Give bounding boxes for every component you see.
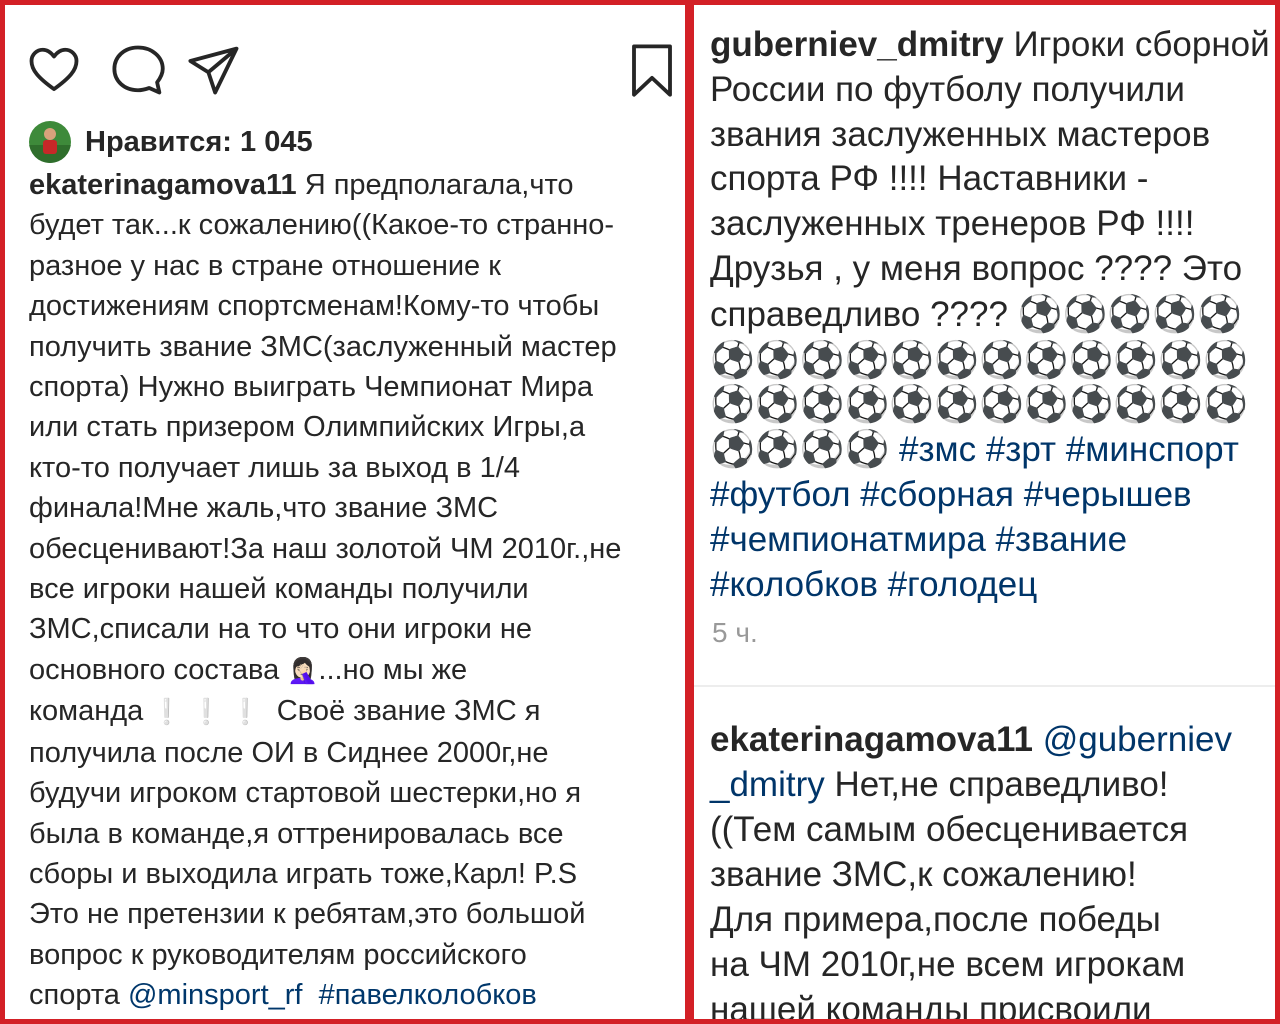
hashtag-link[interactable]: #футбол #сборная #черышев bbox=[710, 473, 1275, 518]
divider bbox=[694, 685, 1275, 687]
caption-text: Игроки сборной bbox=[1013, 25, 1270, 64]
caption-line: команда ❕❕❕ Своё звание ЗМС я bbox=[29, 691, 679, 732]
soccer-ball-emoji: ⚽⚽⚽⚽⚽⚽⚽⚽⚽⚽⚽⚽ bbox=[710, 338, 1248, 380]
caption-line: будучи игроком стартовой шестерки,но я bbox=[29, 777, 582, 810]
caption-line: основного состава 🤦🏻‍♀...но мы же bbox=[29, 650, 679, 691]
caption-text: справедливо ???? bbox=[710, 294, 1008, 334]
caption-line: получила после ОИ в Сиднее 2000г,не bbox=[29, 736, 549, 769]
caption-line: Друзья , у меня вопрос ???? Это bbox=[710, 248, 1243, 288]
soccer-ball-emoji: ⚽⚽⚽⚽ bbox=[710, 428, 890, 470]
caption-text: основного состава bbox=[29, 653, 280, 686]
reply-line: _dmitry Нет,не справедливо! bbox=[710, 762, 1270, 807]
caption-text: команда bbox=[29, 695, 144, 728]
facepalm-emoji: 🤦🏻‍♀ bbox=[287, 656, 319, 685]
caption-line: ekaterinagamova11 Я предполагала,что bbox=[29, 165, 679, 205]
caption-line: спорта) Нужно выиграть Чемпионат Мира bbox=[29, 371, 593, 404]
caption-line: кто-то получает лишь за выход в 1/4 bbox=[29, 451, 520, 484]
caption-text: Я предполагала,что bbox=[304, 169, 574, 201]
caption-line: Это не претензии к ребятам,это большой bbox=[29, 898, 586, 931]
caption-line: все игроки нашей команды получили bbox=[29, 573, 529, 606]
reply-line: Для примера,после победы bbox=[710, 900, 1161, 939]
likes-count[interactable]: Нравится: 1 045 bbox=[85, 126, 313, 159]
caption-line: заслуженных тренеров РФ !!!! bbox=[710, 204, 1195, 244]
comment-icon[interactable] bbox=[111, 43, 165, 97]
post-username[interactable]: guberniev_dmitry bbox=[710, 25, 1004, 64]
likes-row: Нравится: 1 045 bbox=[29, 121, 313, 163]
reply-text: Нет,не справедливо! bbox=[834, 765, 1169, 804]
caption-text: спорта bbox=[29, 979, 120, 1012]
caption-line: спорта РФ !!!! Наставники - bbox=[710, 159, 1149, 199]
caption-line: будет так...к сожалению((Какое-то странн… bbox=[29, 209, 615, 242]
caption-line: разное у нас в стране отношение к bbox=[29, 249, 501, 282]
heart-icon[interactable] bbox=[27, 43, 81, 97]
reply-line: звание ЗМС,к сожалению! bbox=[710, 855, 1137, 894]
caption-line: сборы и выходила играть тоже,Карл! P.S bbox=[29, 857, 578, 890]
post-caption: ekaterinagamova11 Я предполагала,что буд… bbox=[29, 165, 679, 1016]
liker-avatar[interactable] bbox=[29, 121, 71, 163]
caption-line: ⚽⚽⚽⚽ #змс #зрт #минспорт bbox=[710, 427, 1275, 473]
caption-line: финала!Мне жаль,что звание ЗМС bbox=[29, 492, 499, 525]
exclamation-emoji: ❕❕❕ bbox=[151, 698, 269, 727]
caption-line: была в команде,я оттренировалась все bbox=[29, 817, 564, 850]
caption-text: ...но мы же bbox=[318, 653, 468, 686]
caption-line: обесценивают!За наш золотой ЧМ 2010г.,не bbox=[29, 532, 622, 565]
comment-username[interactable]: ekaterinagamova11 bbox=[710, 720, 1033, 759]
caption-line: guberniev_dmitry Игроки сборной bbox=[710, 23, 1275, 68]
mention-link[interactable]: _dmitry bbox=[710, 765, 825, 804]
mention-link[interactable]: @guberniev bbox=[1043, 720, 1232, 759]
share-icon[interactable] bbox=[187, 43, 241, 97]
reply-line: нашей команды присвоили bbox=[710, 990, 1152, 1024]
left-post-panel: Нравится: 1 045 ekaterinagamova11 Я пред… bbox=[0, 0, 690, 1024]
soccer-ball-emoji: ⚽⚽⚽⚽⚽⚽⚽⚽⚽⚽⚽⚽ bbox=[710, 383, 1248, 425]
caption-line: достижениям спортсменам!Кому-то чтобы bbox=[29, 290, 600, 323]
caption-text: Своё звание ЗМС я bbox=[276, 695, 541, 728]
comment-reply: ekaterinagamova11 @guberniev _dmitry Нет… bbox=[710, 717, 1270, 1024]
caption-line: спорта @minsport_rf #павелколобков bbox=[29, 975, 679, 1015]
caption-line: или стать призером Олимпийских Игры,а bbox=[29, 411, 586, 444]
reply-line: ((Тем самым обесценивается bbox=[710, 810, 1189, 849]
caption-line: справедливо ???? ⚽⚽⚽⚽⚽ bbox=[710, 292, 1275, 338]
post-username[interactable]: ekaterinagamova11 bbox=[29, 169, 297, 201]
caption-line: России по футболу получили bbox=[710, 69, 1185, 109]
hashtag-link[interactable]: #павелколобков bbox=[319, 979, 537, 1011]
reply-line: на ЧМ 2010г,не всем игрокам bbox=[710, 945, 1186, 984]
caption-line: ЗМС,списали на то что они игроки не bbox=[29, 613, 532, 646]
post-caption: guberniev_dmitry Игроки сборной России п… bbox=[710, 23, 1275, 608]
caption-line: получить звание ЗМС(заслуженный мастер bbox=[29, 330, 617, 363]
caption-line: звания заслуженных мастеров bbox=[710, 114, 1211, 154]
post-action-bar bbox=[27, 43, 677, 99]
hashtag-link[interactable]: #змс #зрт #минспорт bbox=[899, 430, 1239, 469]
mention-link[interactable]: @minsport_rf bbox=[128, 979, 302, 1011]
hashtag-link[interactable]: #чемпионатмира #звание bbox=[710, 518, 1275, 563]
caption-line: вопрос к руководителям российского bbox=[29, 938, 527, 971]
post-timestamp: 5 ч. bbox=[712, 617, 758, 648]
bookmark-icon[interactable] bbox=[625, 43, 679, 97]
hashtag-link[interactable]: #колобков #голодец bbox=[710, 563, 1275, 608]
reply-line: ekaterinagamova11 @guberniev bbox=[710, 717, 1270, 762]
right-post-panel: guberniev_dmitry Игроки сборной России п… bbox=[690, 0, 1280, 1024]
soccer-ball-emoji: ⚽⚽⚽⚽⚽ bbox=[1017, 292, 1242, 334]
